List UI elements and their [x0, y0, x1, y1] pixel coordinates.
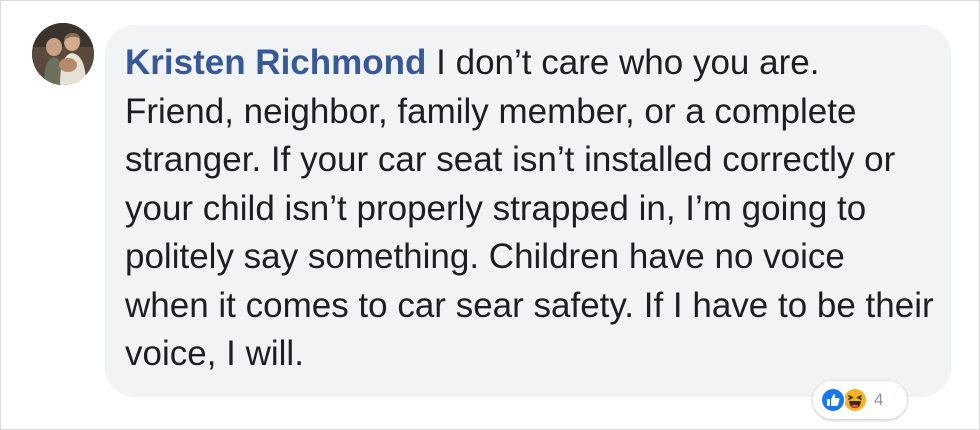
like-icon: [820, 387, 846, 413]
comment-author-link[interactable]: Kristen Richmond: [125, 43, 426, 82]
avatar-photo: [32, 23, 94, 85]
comment-body: Kristen Richmond I don’t care who you ar…: [125, 39, 935, 379]
comment-card: Kristen Richmond I don’t care who you ar…: [0, 0, 980, 430]
reaction-count: 4: [874, 390, 884, 409]
reactions-summary[interactable]: 4: [813, 381, 907, 419]
comment-text: I don’t care who you are. Friend, neighb…: [125, 43, 934, 373]
avatar[interactable]: [32, 23, 94, 85]
